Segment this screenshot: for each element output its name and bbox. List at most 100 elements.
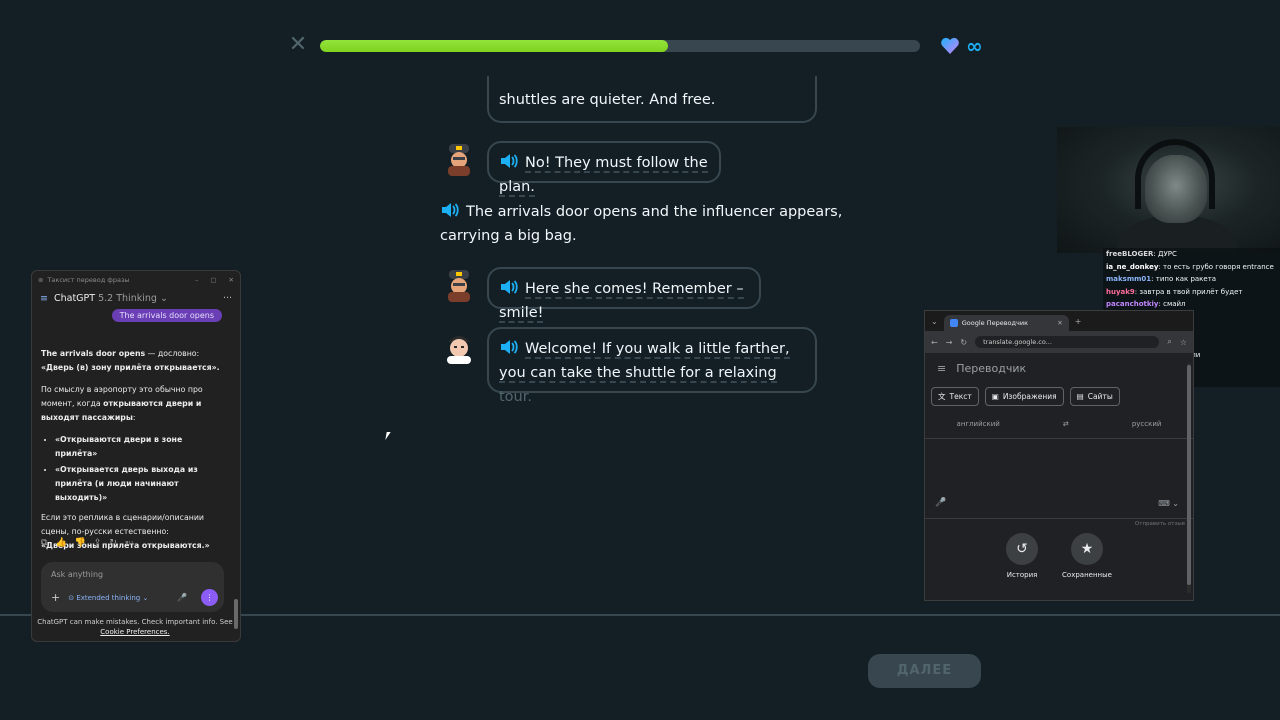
mode-label: Текст xyxy=(949,392,972,401)
chatgpt-header: ≡ ChatGPT 5.2 Thinking ⌄ ··· xyxy=(32,289,240,308)
send-feedback-link[interactable]: Отправить отзыв xyxy=(925,519,1193,529)
tab-google-translate[interactable]: Google Переводчик ✕ xyxy=(943,315,1069,331)
answer-literal: «Дверь (в) зону прилёта открывается». xyxy=(41,363,220,372)
mode-label: Сайты xyxy=(1087,392,1113,401)
chat-message: huyak9: завтра в твой прилёт будет xyxy=(1103,285,1280,299)
target-language[interactable]: русский xyxy=(1132,420,1162,428)
reload-icon[interactable]: ↻ xyxy=(960,338,967,347)
swap-languages-icon[interactable]: ⇄ xyxy=(1063,420,1069,428)
more-options-icon[interactable]: ··· xyxy=(223,293,232,304)
translate-input-area[interactable]: 🎤 ⌨ ⌄ xyxy=(925,439,1193,519)
history-icon: ↺ xyxy=(1006,533,1039,565)
source-language[interactable]: английский xyxy=(957,420,1000,428)
menu-icon[interactable]: ≡ xyxy=(937,362,946,375)
chat-text: то есть грубо говоря entrance xyxy=(1163,262,1274,271)
answer-text: : xyxy=(132,413,136,422)
answer-bullet: «Открываются двери в зоне прилёта» xyxy=(55,435,183,458)
saved-label: Сохраненные xyxy=(1062,571,1112,579)
mode-sites-button[interactable]: ▤ Сайты xyxy=(1069,387,1120,406)
translate-app-title: Переводчик xyxy=(956,361,1027,375)
address-bar[interactable]: translate.google.co... xyxy=(975,336,1160,348)
back-icon[interactable]: ← xyxy=(931,338,938,347)
history-label: История xyxy=(1006,571,1038,579)
mode-text-button[interactable]: 文 Текст xyxy=(931,387,979,406)
story-line-3[interactable]: Welcome! If you walk a little farther, y… xyxy=(499,341,790,383)
tab-close-icon[interactable]: ✕ xyxy=(1057,319,1062,327)
extended-thinking-toggle[interactable]: ⊙ Extended thinking ⌄ xyxy=(68,594,148,602)
heart-icon xyxy=(941,37,959,54)
chatgpt-scrollbar[interactable] xyxy=(234,289,238,639)
language-selector: английский ⇄ русский xyxy=(925,410,1193,439)
story-line-3-pending: tour. xyxy=(499,389,532,405)
mode-images-button[interactable]: ▣ Изображения xyxy=(984,387,1064,406)
browser-tabs: ⌄ Google Переводчик ✕ + xyxy=(925,311,1193,331)
model-selector[interactable]: ChatGPT 5.2 Thinking ⌄ xyxy=(54,293,168,304)
story-bubble-1: No! They must follow the plan. xyxy=(487,141,721,197)
assistant-message: The arrivals door opens — дословно: «Две… xyxy=(41,347,227,561)
close-lesson-button[interactable]: ✕ xyxy=(288,34,308,56)
tab-title: Google Переводчик xyxy=(961,319,1028,327)
share-icon[interactable]: ⇪ xyxy=(94,538,102,548)
chat-input-box[interactable]: Ask anything + ⊙ Extended thinking ⌄ 🎤 ⋮ xyxy=(41,562,224,612)
chatgpt-window: ⊛ Таксист перевод фразы – ▢ ✕ ≡ ChatGPT … xyxy=(31,270,241,642)
speaker-icon[interactable] xyxy=(499,152,519,170)
minimize-icon[interactable]: – xyxy=(195,276,198,284)
saved-button[interactable]: ★ Сохраненные xyxy=(1062,533,1112,579)
translate-scrollbar[interactable] xyxy=(1187,363,1191,593)
thumbs-down-icon[interactable]: 👎 xyxy=(75,538,86,548)
thumbs-up-icon[interactable]: 👍 xyxy=(55,538,66,548)
sidebar-toggle-icon[interactable]: ≡ xyxy=(40,293,48,304)
mic-icon[interactable]: 🎤 xyxy=(935,498,946,508)
chat-message: maksmm01: типо как ракета xyxy=(1103,273,1280,286)
forward-icon[interactable]: → xyxy=(946,338,953,347)
more-icon[interactable]: ··· xyxy=(125,538,134,548)
chat-username[interactable]: ia_ne_donkey xyxy=(1106,263,1158,271)
chat-username[interactable]: maksmm01 xyxy=(1106,275,1151,283)
chatgpt-disclaimer: ChatGPT can make mistakes. Check importa… xyxy=(36,617,234,637)
chevron-down-icon: ⌄ xyxy=(159,293,168,304)
chat-text: ДУРС xyxy=(1158,250,1177,258)
maximize-icon[interactable]: ▢ xyxy=(210,276,216,284)
answer-text: — дословно: xyxy=(145,349,200,358)
answer-term: The arrivals door opens xyxy=(41,349,146,358)
new-tab-icon[interactable]: + xyxy=(1075,317,1082,326)
voice-mode-button[interactable]: ⋮ xyxy=(201,589,218,606)
speaker-icon[interactable] xyxy=(499,338,519,356)
message-actions: ⧉ 👍 👎 ⇪ ↻ ··· xyxy=(41,538,134,548)
bookmark-star-icon[interactable]: ☆ xyxy=(1180,338,1187,347)
chat-message: freeBLOGER: ДУРС xyxy=(1103,248,1280,261)
translate-shortcuts: ↺ История ★ Сохраненные xyxy=(925,529,1193,579)
zoom-icon[interactable]: ⌕ xyxy=(1167,337,1171,347)
chat-text: завтра в твой прилёт будет xyxy=(1139,287,1243,296)
mic-icon[interactable]: 🎤 xyxy=(177,593,187,602)
translate-text-icon: 文 xyxy=(938,392,946,401)
webcam-overlay xyxy=(1057,127,1280,253)
disclaimer-text: ChatGPT can make mistakes. Check importa… xyxy=(37,618,233,626)
hearts-indicator[interactable]: ∞ xyxy=(940,34,983,58)
narration-text[interactable]: The arrivals door opens and the influenc… xyxy=(440,204,842,244)
chat-text: типо как ракета xyxy=(1155,275,1217,284)
chat-username[interactable]: freeBLOGER xyxy=(1106,250,1153,258)
chat-username[interactable]: huyak9 xyxy=(1106,288,1135,296)
chat-message: ia_ne_donkey: то есть грубо говоря entra… xyxy=(1103,260,1280,274)
story-line-partial: shuttles are quieter. And free. xyxy=(499,92,716,108)
copy-icon[interactable]: ⧉ xyxy=(41,538,47,548)
history-button[interactable]: ↺ История xyxy=(1006,533,1039,579)
user-message: The arrivals door opens xyxy=(111,309,222,322)
chatgpt-app-icon: ⊛ xyxy=(38,276,44,284)
speaker-icon[interactable] xyxy=(499,278,519,296)
chat-input[interactable]: Ask anything xyxy=(51,570,103,579)
regenerate-icon[interactable]: ↻ xyxy=(109,538,117,548)
story-line-2[interactable]: Here she comes! Remember – smile! xyxy=(499,281,744,323)
story-line-1[interactable]: No! They must follow the plan. xyxy=(499,155,708,197)
chat-username[interactable]: pacanchotkiy xyxy=(1106,300,1159,308)
close-icon[interactable]: ✕ xyxy=(229,276,234,284)
speaker-icon[interactable] xyxy=(440,201,460,219)
keyboard-icon[interactable]: ⌨ ⌄ xyxy=(1158,499,1179,508)
cookie-preferences-link[interactable]: Cookie Preferences. xyxy=(100,628,169,636)
model-name: ChatGPT xyxy=(53,293,96,304)
plus-icon[interactable]: + xyxy=(51,591,60,604)
tab-menu-icon[interactable]: ⌄ xyxy=(931,317,938,326)
mode-label: Изображения xyxy=(1002,392,1057,401)
next-button[interactable]: ДАЛЕЕ xyxy=(868,654,981,688)
